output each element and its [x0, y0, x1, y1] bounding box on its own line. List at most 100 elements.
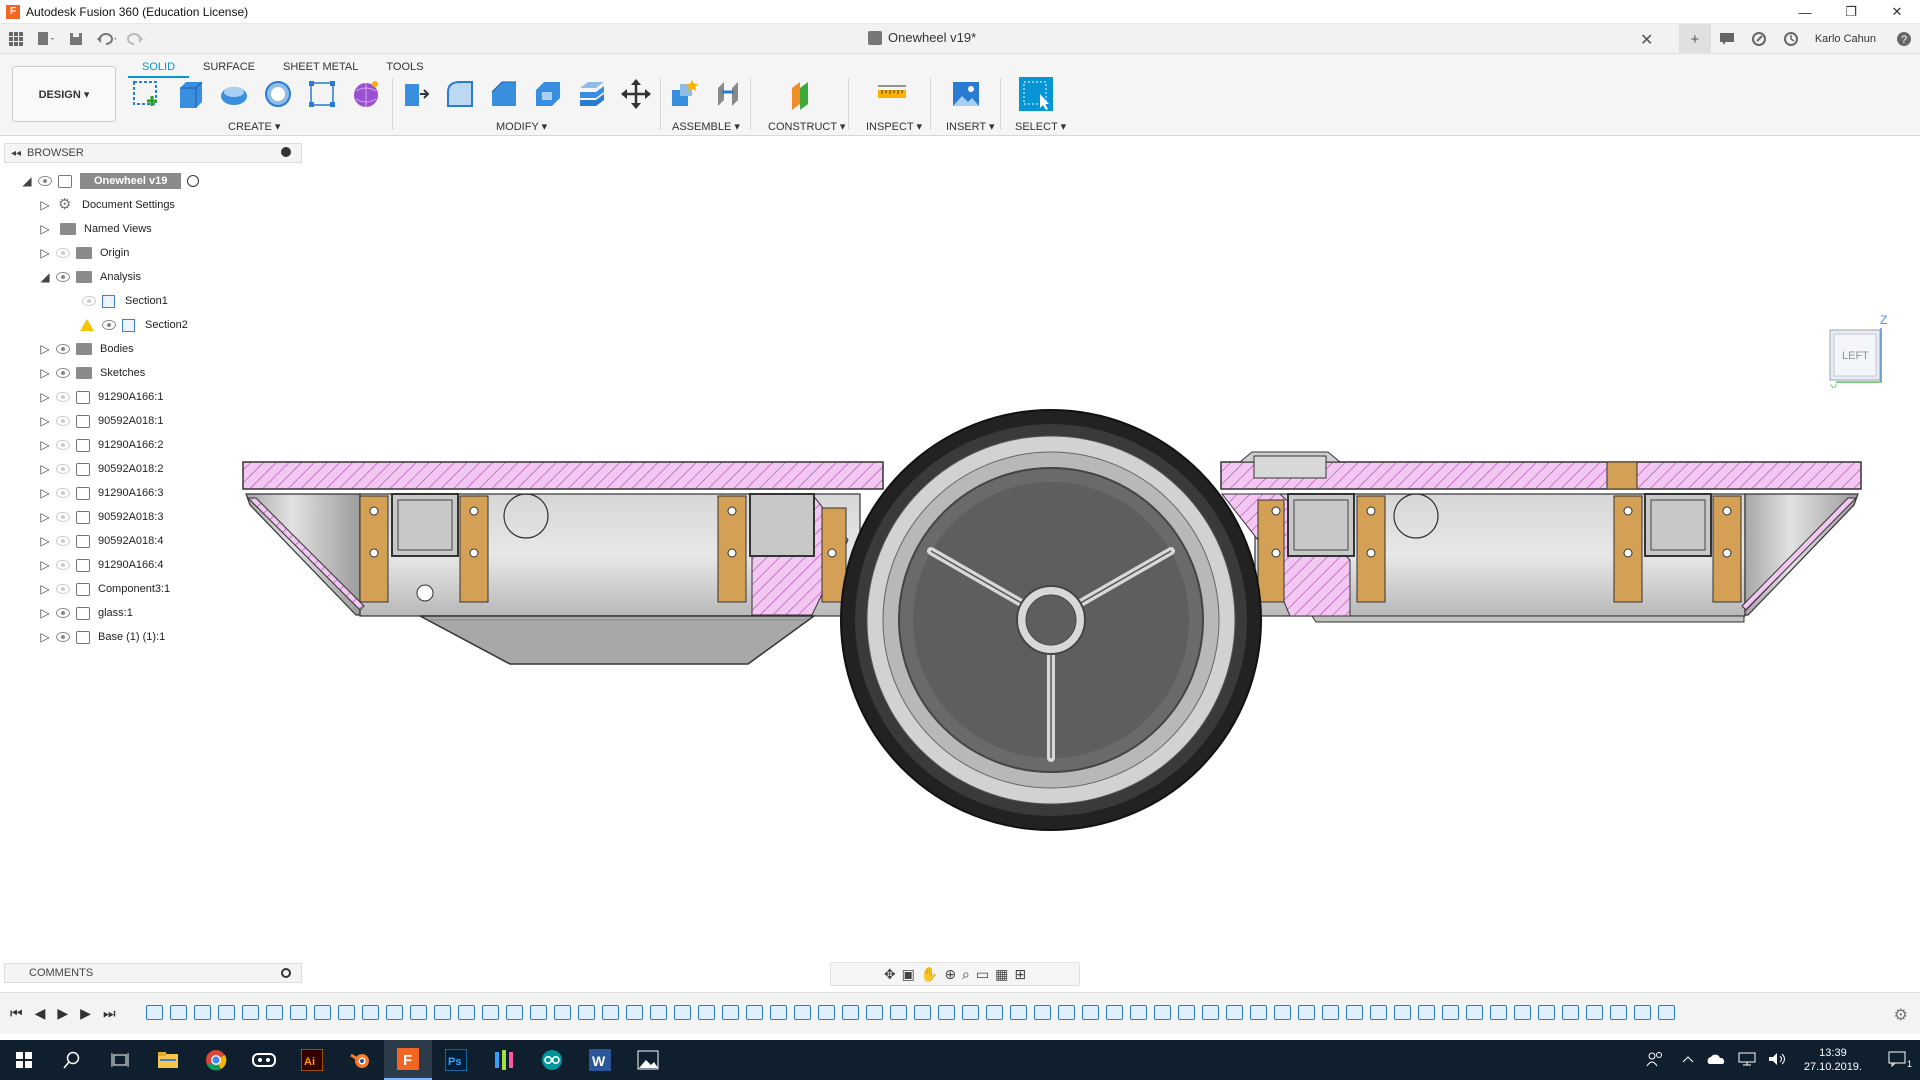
shell-icon[interactable] — [530, 76, 566, 112]
visibility-eye-icon[interactable] — [56, 392, 70, 402]
fusion360-taskbar-icon[interactable]: F — [384, 1040, 432, 1080]
expand-arrow-icon[interactable]: ▷ — [38, 198, 52, 212]
timeline-feature-icon[interactable] — [554, 1005, 571, 1020]
select-icon[interactable] — [1018, 76, 1054, 112]
pan-hand-icon[interactable]: ✋ — [921, 966, 938, 983]
viewcube-face-label[interactable]: LEFT — [1842, 350, 1869, 362]
timeline-feature-icon[interactable] — [986, 1005, 1003, 1020]
timeline-feature-icon[interactable] — [1010, 1005, 1027, 1020]
activate-radio-icon[interactable] — [187, 175, 200, 187]
tree-item-component[interactable]: ▷ Component3:1 — [38, 578, 170, 600]
measure-icon[interactable] — [874, 76, 910, 112]
timeline-feature-icon[interactable] — [1298, 1005, 1315, 1020]
new-component-icon[interactable] — [666, 76, 702, 112]
app-bars-icon[interactable] — [480, 1040, 528, 1080]
timeline-feature-icon[interactable] — [410, 1005, 427, 1020]
word-icon[interactable]: W — [576, 1040, 624, 1080]
file-explorer-icon[interactable] — [144, 1040, 192, 1080]
expand-arrow-icon[interactable]: ▷ — [38, 630, 52, 644]
timeline-feature-icon[interactable] — [218, 1005, 235, 1020]
tree-item-bodies[interactable]: ▷ Bodies — [38, 338, 133, 360]
timeline-feature-icon[interactable] — [1466, 1005, 1483, 1020]
collapse-arrow-icon[interactable]: ◢ — [20, 174, 34, 188]
tab-tools[interactable]: TOOLS — [372, 58, 437, 78]
tree-item-section2[interactable]: Section2 — [80, 314, 188, 336]
press-pull-icon[interactable] — [398, 76, 434, 112]
photoshop-icon[interactable]: Ps — [432, 1040, 480, 1080]
file-menu-icon[interactable] — [36, 29, 56, 49]
tab-sheet-metal[interactable]: SHEET METAL — [269, 58, 372, 78]
timeline-feature-icon[interactable] — [1178, 1005, 1195, 1020]
people-icon[interactable] — [1634, 1050, 1676, 1071]
visibility-eye-icon[interactable] — [56, 464, 70, 474]
timeline-feature-icon[interactable] — [1322, 1005, 1339, 1020]
tree-item-component[interactable]: ▷ 90592A018:3 — [38, 506, 163, 528]
timeline-feature-icon[interactable] — [1226, 1005, 1243, 1020]
tree-item-component[interactable]: ▷ 90592A018:1 — [38, 410, 163, 432]
timeline-start-icon[interactable]: ⏮ — [10, 1005, 23, 1022]
timeline-feature-icon[interactable] — [698, 1005, 715, 1020]
expand-arrow-icon[interactable]: ▷ — [38, 342, 52, 356]
visibility-eye-icon[interactable] — [56, 512, 70, 522]
tab-solid[interactable]: SOLID — [128, 58, 190, 78]
timeline-feature-icon[interactable] — [770, 1005, 787, 1020]
timeline-feature-icon[interactable] — [626, 1005, 643, 1020]
photos-icon[interactable] — [624, 1040, 672, 1080]
create-menu-label[interactable]: CREATE ▾ — [228, 120, 280, 133]
visibility-eye-icon[interactable] — [56, 536, 70, 546]
grid-settings-icon[interactable]: ▦ — [995, 966, 1008, 983]
joint-icon[interactable] — [710, 76, 746, 112]
show-hidden-icons-chevron-icon[interactable] — [1676, 1054, 1700, 1067]
visibility-eye-icon[interactable] — [56, 440, 70, 450]
visibility-eye-icon[interactable] — [56, 584, 70, 594]
timeline-feature-icon[interactable] — [1586, 1005, 1603, 1020]
look-at-icon[interactable]: ▣ — [902, 966, 915, 983]
expand-arrow-icon[interactable]: ▷ — [38, 414, 52, 428]
timeline-feature-icon[interactable] — [1058, 1005, 1075, 1020]
illustrator-icon[interactable]: Ai — [288, 1040, 336, 1080]
timeline-back-icon[interactable]: ◀ — [35, 1005, 46, 1022]
chrome-icon[interactable] — [192, 1040, 240, 1080]
browser-pin-icon[interactable] — [281, 147, 291, 157]
job-status-icon[interactable] — [1743, 24, 1775, 54]
tree-item-component[interactable]: ▷ 91290A166:2 — [38, 434, 163, 456]
expand-arrow-icon[interactable]: ▷ — [38, 366, 52, 380]
close-tab-button[interactable]: ✕ — [1640, 30, 1653, 50]
timeline-feature-icon[interactable] — [578, 1005, 595, 1020]
expand-arrow-icon[interactable]: ▷ — [38, 390, 52, 404]
blender-icon[interactable] — [336, 1040, 384, 1080]
visibility-eye-icon[interactable] — [56, 632, 70, 642]
help-icon[interactable]: ? — [1888, 24, 1920, 54]
timeline-feature-icon[interactable] — [1202, 1005, 1219, 1020]
timeline-feature-icon[interactable] — [818, 1005, 835, 1020]
timeline-feature-icon[interactable] — [266, 1005, 283, 1020]
new-tab-plus-icon[interactable]: + — [1678, 24, 1711, 54]
expand-arrow-icon[interactable]: ▷ — [38, 462, 52, 476]
revolve-icon[interactable] — [216, 76, 252, 112]
timeline-feature-icon[interactable] — [338, 1005, 355, 1020]
tree-item-analysis[interactable]: ◢ Analysis — [38, 266, 141, 288]
fit-icon[interactable]: ⌕ — [962, 966, 970, 983]
timeline-feature-icon[interactable] — [314, 1005, 331, 1020]
timeline-feature-icon[interactable] — [1418, 1005, 1435, 1020]
tree-item-component[interactable]: ▷ 90592A018:4 — [38, 530, 163, 552]
timeline-feature-icon[interactable] — [290, 1005, 307, 1020]
viewport-canvas[interactable]: Z Y LEFT — [0, 136, 1920, 981]
expand-arrow-icon[interactable]: ▷ — [38, 606, 52, 620]
timeline-feature-icon[interactable] — [1442, 1005, 1459, 1020]
save-icon[interactable] — [66, 29, 86, 49]
create-form-icon[interactable] — [348, 76, 384, 112]
timeline-feature-icon[interactable] — [1562, 1005, 1579, 1020]
workspace-switcher-button[interactable]: DESIGN ▾ — [12, 66, 116, 122]
collapse-arrow-icon[interactable]: ◢ — [38, 270, 52, 284]
search-icon[interactable] — [48, 1040, 96, 1080]
tree-item-component[interactable]: ▷ 91290A166:1 — [38, 386, 163, 408]
expand-arrow-icon[interactable]: ▷ — [38, 558, 52, 572]
viewports-icon[interactable]: ⊞ — [1014, 966, 1026, 983]
insert-menu-label[interactable]: INSERT ▾ — [946, 120, 995, 133]
modify-menu-label[interactable]: MODIFY ▾ — [496, 120, 547, 133]
timeline-feature-icon[interactable] — [1346, 1005, 1363, 1020]
add-comment-icon[interactable] — [281, 968, 291, 978]
timeline-end-icon[interactable]: ⏭ — [103, 1005, 116, 1022]
clock-history-icon[interactable] — [1775, 24, 1807, 54]
